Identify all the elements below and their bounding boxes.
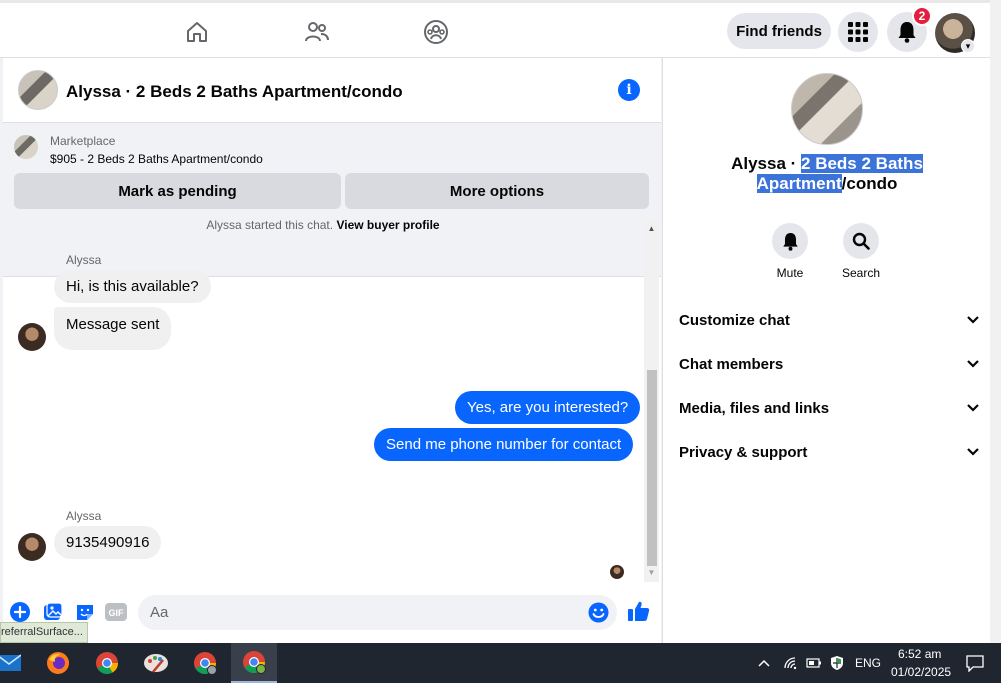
chevron-up-icon[interactable]	[752, 643, 776, 683]
privacy-support-row[interactable]: Privacy & support	[679, 430, 979, 474]
view-buyer-profile-link[interactable]: View buyer profile	[336, 218, 439, 232]
search-label: Search	[841, 266, 881, 280]
scroll-down-arrow-icon[interactable]: ▼	[644, 568, 659, 577]
message-bubble-incoming[interactable]: 9135490916	[54, 526, 162, 559]
marketplace-listing-box: Marketplace $905 - 2 Beds 2 Baths Apartm…	[3, 123, 661, 277]
listing-thumbnail[interactable]	[18, 70, 58, 110]
sender-avatar[interactable]	[18, 323, 46, 351]
search-button[interactable]: Search	[831, 223, 891, 280]
listing-price-title[interactable]: $905 - 2 Beds 2 Baths Apartment/condo	[50, 152, 263, 166]
section-label: Chat members	[679, 355, 784, 373]
chat-header: Alyssa · 2 Beds 2 Baths Apartment/condo …	[3, 58, 661, 123]
thumbs-up-icon[interactable]	[627, 599, 651, 623]
chrome-active-window-icon[interactable]	[231, 643, 277, 683]
chrome-icon[interactable]	[84, 643, 130, 683]
gif-icon[interactable]: GIF	[105, 601, 127, 623]
mail-icon[interactable]	[0, 643, 32, 683]
status-bar-tooltip: referralSurface...	[0, 622, 88, 643]
grid-icon	[848, 22, 868, 42]
battery-icon[interactable]	[802, 643, 826, 683]
marketplace-label: Marketplace	[50, 134, 116, 148]
clock-date[interactable]: 01/02/2025	[891, 665, 951, 679]
chat-started-text: Alyssa started this chat.	[206, 218, 334, 232]
find-friends-button[interactable]: Find friends	[727, 13, 831, 49]
sticker-icon[interactable]	[74, 601, 96, 623]
svg-text:GIF: GIF	[109, 608, 125, 618]
emoji-icon[interactable]	[588, 602, 609, 623]
media-files-links-row[interactable]: Media, files and links	[679, 386, 979, 430]
home-icon[interactable]	[179, 15, 215, 49]
chat-details-panel: Alyssa · 2 Beds 2 Baths Apartment/condo …	[662, 58, 990, 643]
message-bubble-outgoing[interactable]: Yes, are you interested?	[455, 391, 641, 424]
details-title: Alyssa · 2 Beds 2 Baths Apartment/condo	[663, 154, 991, 194]
section-label: Media, files and links	[679, 399, 830, 417]
groups-icon[interactable]	[418, 15, 454, 49]
info-icon[interactable]: i	[618, 79, 640, 101]
chat-started-notice: Alyssa started this chat. View buyer pro…	[3, 218, 643, 232]
language-indicator[interactable]: ENG	[855, 656, 881, 670]
sender-avatar[interactable]	[18, 533, 46, 561]
page-scrollbar[interactable]	[990, 0, 1001, 643]
top-navigation-bar: Find friends 2 ▾	[0, 0, 990, 58]
details-title-selected-1: 2 Beds 2 Baths	[801, 154, 923, 173]
section-label: Privacy & support	[679, 443, 808, 461]
menu-grid-button[interactable]	[838, 12, 878, 52]
security-shield-icon[interactable]	[825, 643, 849, 683]
search-icon	[843, 223, 879, 259]
details-title-suffix: /condo	[841, 174, 898, 193]
details-title-prefix: Alyssa ·	[731, 154, 802, 173]
message-bubble-incoming[interactable]: Hi, is this available?	[54, 270, 211, 303]
firefox-icon[interactable]	[35, 643, 81, 683]
chevron-down-icon	[967, 316, 979, 324]
chrome-profile-icon[interactable]	[182, 643, 228, 683]
scroll-up-arrow-icon[interactable]: ▲	[644, 224, 659, 233]
chat-panel: Alyssa · 2 Beds 2 Baths Apartment/condo …	[3, 58, 661, 643]
mute-label: Mute	[776, 266, 804, 280]
chevron-down-icon[interactable]: ▾	[961, 39, 975, 53]
message-input[interactable]	[138, 595, 617, 630]
photo-icon[interactable]	[42, 601, 64, 623]
sender-name: Alyssa	[66, 253, 102, 267]
wifi-icon[interactable]	[779, 643, 803, 683]
listing-profile-image[interactable]	[791, 73, 863, 145]
customize-chat-row[interactable]: Customize chat	[679, 298, 979, 342]
section-label: Customize chat	[679, 311, 790, 329]
paint-icon[interactable]	[133, 643, 179, 683]
chat-members-row[interactable]: Chat members	[679, 342, 979, 386]
chevron-down-icon	[967, 404, 979, 412]
scrollbar-thumb[interactable]	[647, 370, 657, 566]
friends-icon[interactable]	[299, 15, 335, 49]
notification-center-icon[interactable]	[962, 643, 988, 683]
details-title-selected-2: Apartment	[756, 174, 842, 193]
chevron-down-icon	[967, 448, 979, 456]
clock-time[interactable]: 6:52 am	[898, 647, 941, 661]
mark-as-pending-button[interactable]: Mark as pending	[14, 173, 341, 209]
bell-icon	[898, 22, 916, 43]
chevron-down-icon	[967, 360, 979, 368]
chat-scrollbar[interactable]: ▲ ▼	[644, 220, 659, 582]
add-plus-icon[interactable]	[9, 601, 31, 623]
seen-indicator-avatar	[610, 565, 624, 579]
notification-badge: 2	[912, 6, 932, 26]
chat-title[interactable]: Alyssa · 2 Beds 2 Baths Apartment/condo	[66, 82, 403, 102]
message-bubble-incoming[interactable]: Message sent	[54, 307, 172, 350]
sender-name: Alyssa	[66, 509, 102, 523]
bell-icon	[772, 223, 808, 259]
message-bubble-outgoing[interactable]: Send me phone number for contact	[374, 428, 634, 461]
listing-small-thumbnail[interactable]	[14, 135, 38, 159]
mute-button[interactable]: Mute	[760, 223, 820, 280]
windows-taskbar: ENG 6:52 am 01/02/2025	[0, 643, 1001, 683]
more-options-button[interactable]: More options	[345, 173, 649, 209]
